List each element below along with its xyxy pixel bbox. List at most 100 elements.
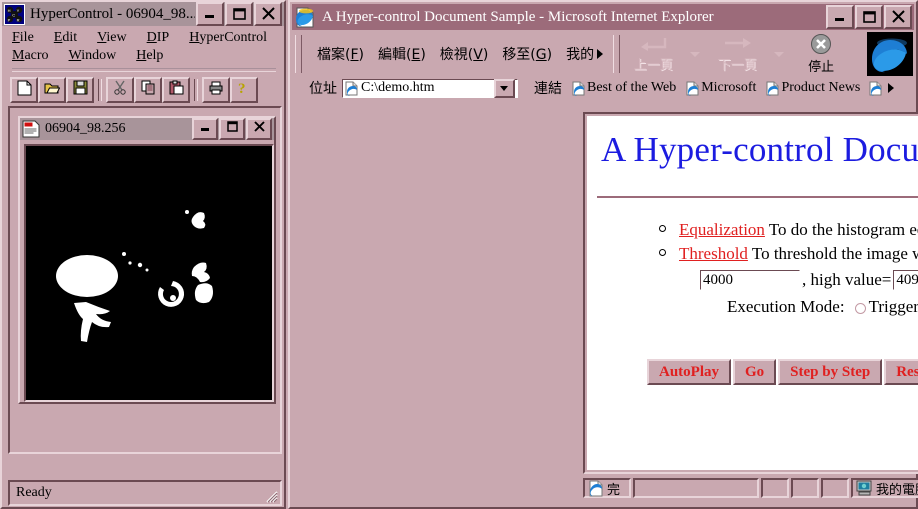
threshold-link[interactable]: Threshold — [679, 244, 748, 263]
autoplay-button[interactable]: AutoPlay — [647, 359, 731, 385]
mdi-client-area: 06904_98.256 — [8, 106, 282, 454]
ie-menu-bar[interactable]: 檔案(F) 編輯(E) 檢視(V) 移至(G) 我的 — [304, 32, 611, 76]
back-button[interactable]: 上一頁 — [622, 33, 684, 75]
document-icon — [22, 120, 41, 138]
ie-maximize-button[interactable] — [855, 5, 883, 29]
forward-button-label: 下一頁 — [717, 58, 757, 73]
bullet-icon — [659, 225, 666, 232]
cut-button[interactable] — [106, 77, 134, 103]
link-best-of-the-web[interactable]: Best of the Web — [567, 80, 681, 96]
hypercontrol-menu-bar[interactable]: File Edit View DIP HyperControl Macro Wi… — [2, 26, 284, 73]
open-button[interactable] — [38, 77, 66, 103]
copy-button[interactable] — [134, 77, 162, 103]
page-icon — [686, 81, 699, 96]
reset-button[interactable]: Reset — [884, 359, 918, 385]
close-button[interactable] — [254, 2, 282, 26]
list-item: Equalization To do the histogram equaliz… — [659, 218, 918, 242]
forward-button[interactable]: 下一頁 — [706, 33, 768, 75]
menu-help[interactable]: Help — [134, 47, 173, 65]
my-computer-icon — [856, 480, 873, 496]
paste-icon — [169, 80, 184, 100]
status-pane-4 — [821, 478, 849, 498]
threshold-description: To threshold the image with low value= — [751, 244, 918, 263]
ie-menu-edit[interactable]: 編輯(E) — [371, 42, 433, 66]
minimize-button[interactable] — [196, 2, 224, 26]
ie-close-button[interactable] — [884, 5, 912, 29]
forward-dropdown-icon[interactable] — [774, 51, 785, 57]
link-product-news[interactable]: Product News — [761, 80, 865, 96]
ie-title-text: A Hyper-control Document Sample - Micros… — [322, 8, 714, 25]
ie-menu-file[interactable]: 檔案(F) — [310, 42, 371, 66]
ie-menu-favorites[interactable]: 我的 — [559, 42, 596, 66]
thresholded-image — [26, 146, 268, 396]
paste-button[interactable] — [162, 77, 190, 103]
ie-menu-go[interactable]: 移至(G) — [495, 42, 559, 66]
link-microsoft[interactable]: Microsoft — [681, 80, 761, 96]
status-pane-3 — [791, 478, 819, 498]
help-button[interactable]: ? — [230, 77, 258, 103]
svg-text:Y: Y — [17, 8, 20, 13]
chevron-right-icon[interactable] — [596, 48, 605, 60]
menu-view[interactable]: View — [95, 29, 137, 47]
ie-status-bar: 完 我的電腦 — [583, 476, 918, 500]
go-button[interactable]: Go — [733, 359, 777, 385]
resize-grip-icon[interactable] — [264, 489, 278, 503]
back-dropdown-icon[interactable] — [690, 51, 701, 57]
status-progress-text: 完 — [607, 482, 621, 498]
address-input[interactable]: C:\demo.htm — [342, 78, 518, 98]
ie-animated-logo[interactable] — [867, 32, 913, 76]
equalization-link[interactable]: Equalization — [679, 220, 765, 239]
svg-text:H: H — [8, 8, 11, 13]
address-value: C:\demo.htm — [361, 80, 435, 95]
menu-hypercontrol[interactable]: HyperControl — [187, 29, 277, 47]
status-progress-pane: 完 — [583, 478, 631, 498]
ie-menu-view[interactable]: 檢視(V) — [433, 42, 496, 66]
image-close-button[interactable] — [246, 118, 272, 140]
print-button[interactable] — [202, 77, 230, 103]
minimize-icon — [199, 120, 211, 138]
status-pane-2 — [761, 478, 789, 498]
chevron-down-icon — [500, 79, 509, 97]
step-by-step-button[interactable]: Step by Step — [778, 359, 883, 385]
menu-dip[interactable]: DIP — [145, 29, 180, 47]
save-icon — [73, 80, 88, 100]
ie-title-bar[interactable]: A Hyper-control Document Sample - Micros… — [292, 4, 914, 30]
menu-macro[interactable]: Macro — [10, 47, 59, 65]
image-maximize-button[interactable] — [219, 118, 245, 140]
equalization-description: To do the histogram equalization. — [768, 220, 918, 239]
address-dropdown-button[interactable] — [494, 78, 515, 98]
hypercontrol-title-bar[interactable]: H Y P R C HyperControl - 06904_98... — [2, 2, 284, 26]
edit-button-group — [106, 77, 190, 103]
menu-file[interactable]: File — [10, 29, 44, 47]
binary-image-canvas[interactable] — [24, 144, 274, 402]
stop-button-label: 停止 — [808, 60, 835, 75]
close-icon — [253, 120, 266, 138]
hypercontrol-title-text: HyperControl - 06904_98... — [30, 5, 195, 22]
ie-button-toolbar: 上一頁 下一頁 停止 — [622, 32, 867, 76]
back-button-label: 上一頁 — [633, 58, 673, 73]
security-zone-pane[interactable]: 我的電腦 — [851, 478, 918, 498]
radio-trigger[interactable] — [854, 302, 866, 314]
image-window-title-bar[interactable]: 06904_98.256 — [20, 118, 274, 140]
stop-button[interactable]: 停止 — [790, 33, 852, 75]
cut-icon — [113, 80, 127, 100]
maximize-button[interactable] — [225, 2, 253, 26]
menu-edit[interactable]: Edit — [52, 29, 87, 47]
links-overflow-chevron-right-icon[interactable] — [887, 82, 896, 94]
horizontal-rule — [597, 196, 918, 198]
back-arrow-icon — [637, 35, 669, 58]
image-minimize-button[interactable] — [192, 118, 218, 140]
menu-divider — [12, 68, 276, 72]
file-button-group — [10, 77, 94, 103]
desktop: H Y P R C HyperControl - 06904_98... Fil… — [0, 0, 918, 509]
menu-drag-handle[interactable] — [295, 35, 302, 73]
high-value-input[interactable]: 4095 — [893, 270, 918, 290]
save-button[interactable] — [66, 77, 94, 103]
toolbar-drag-handle[interactable] — [613, 35, 621, 73]
menu-window[interactable]: Window — [67, 47, 127, 65]
ie-logo-icon — [294, 6, 316, 28]
ie-minimize-button[interactable] — [826, 5, 854, 29]
low-value-input[interactable]: 4000 — [700, 270, 800, 290]
new-button[interactable] — [10, 77, 38, 103]
list-item: Threshold To threshold the image with lo… — [659, 242, 918, 266]
